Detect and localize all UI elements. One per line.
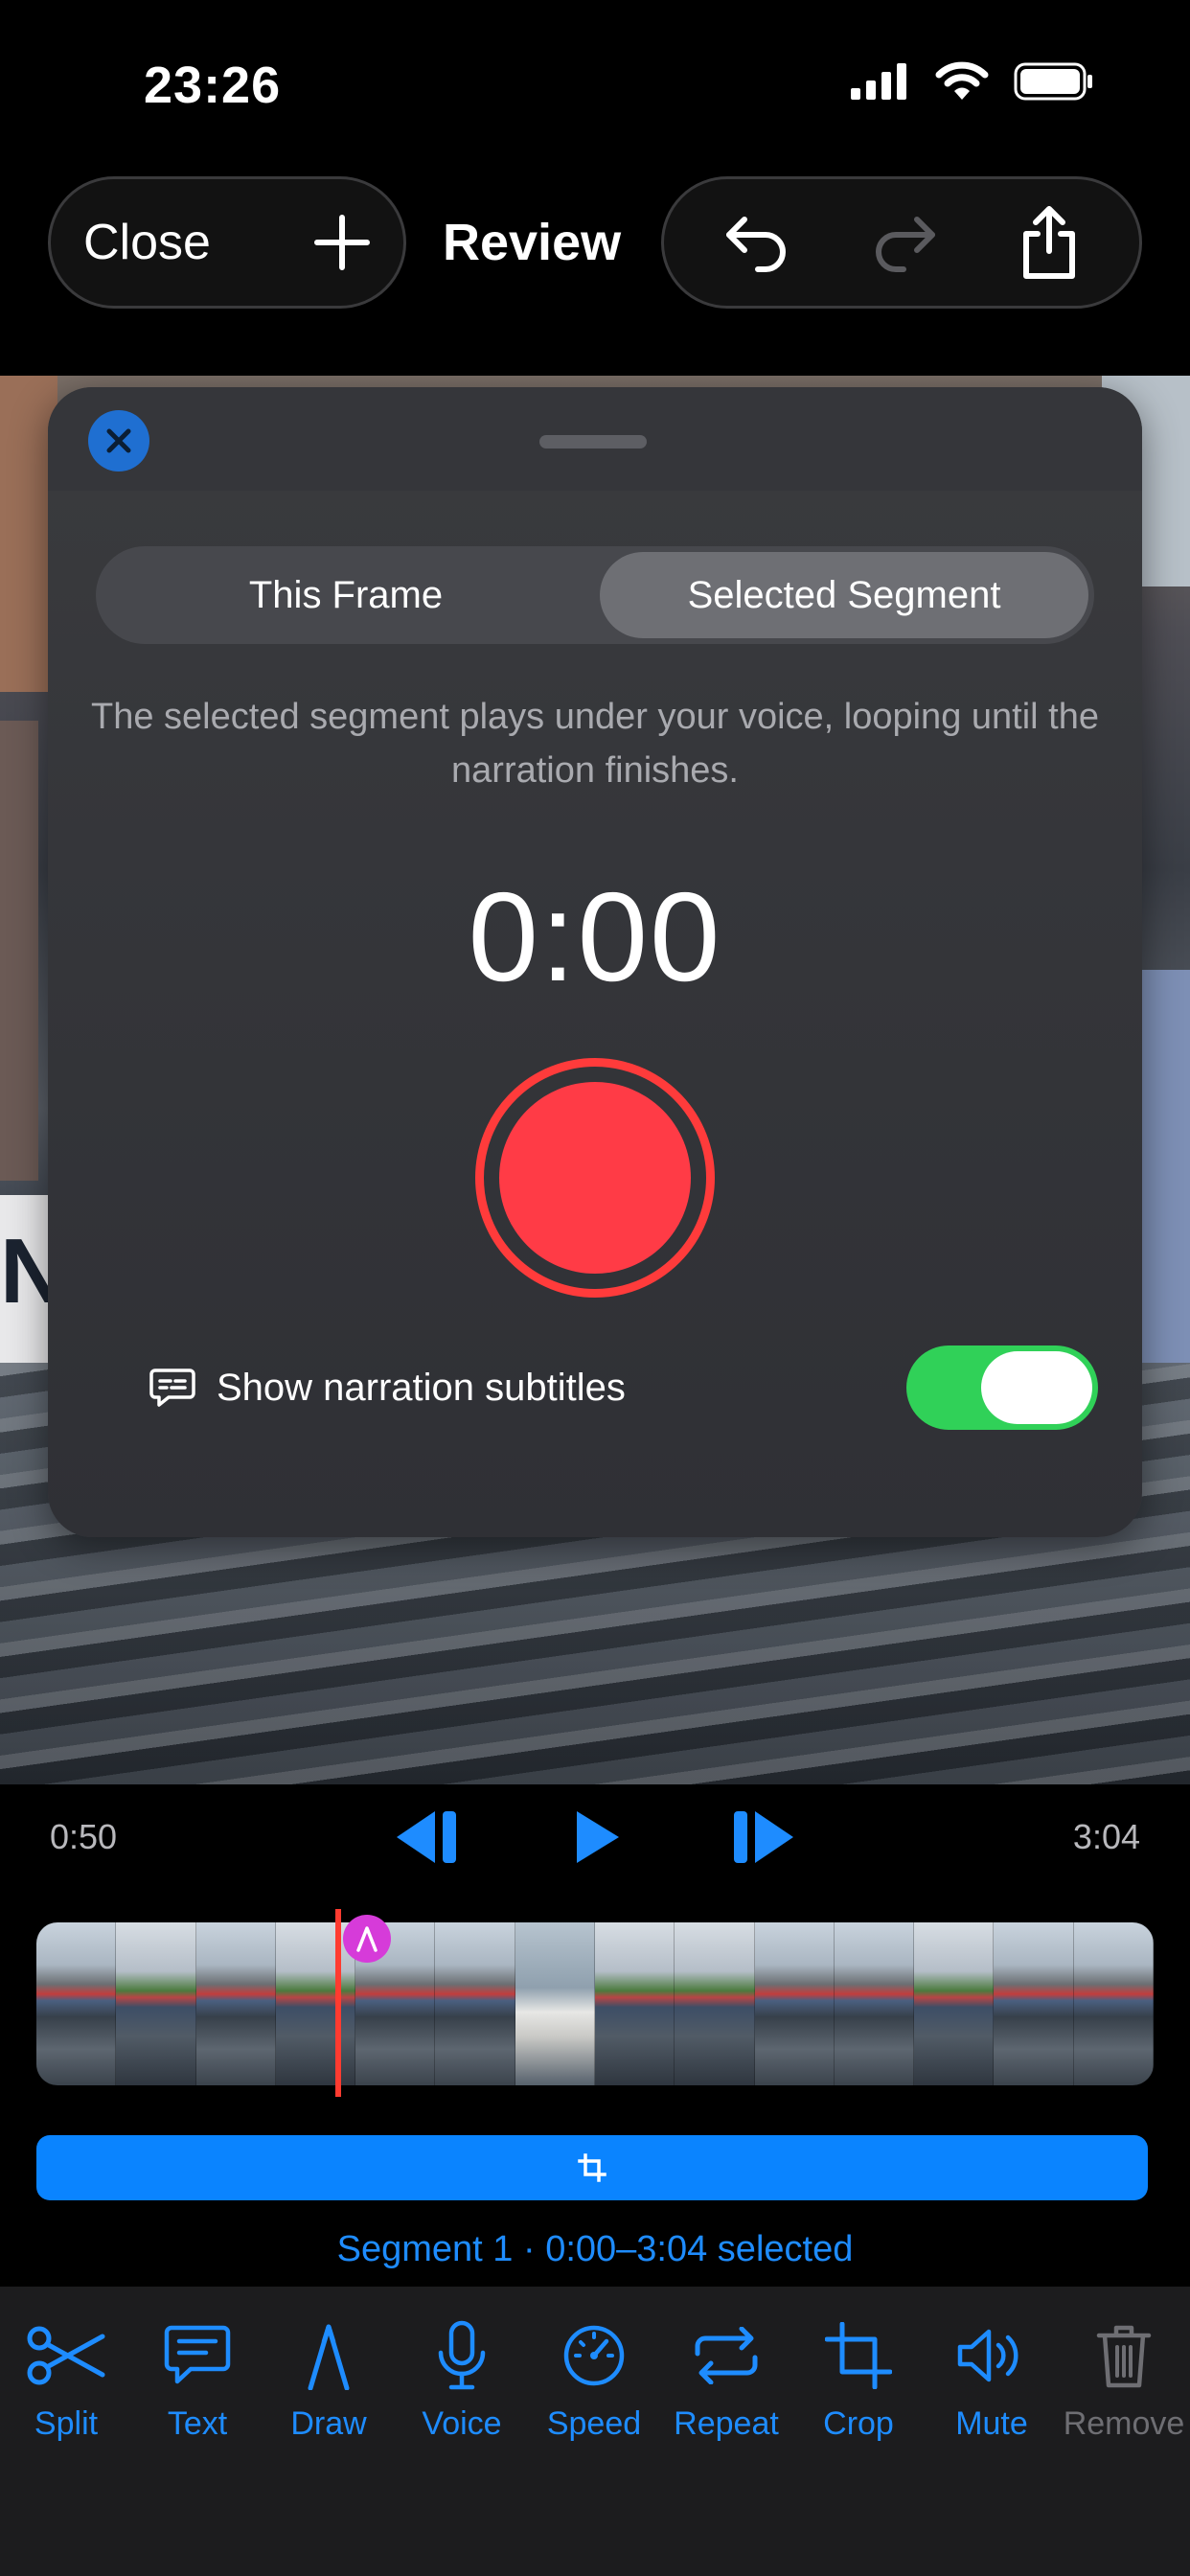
timeline-frame	[754, 1922, 835, 2085]
tool-label: Split	[34, 2405, 99, 2442]
history-share-group	[661, 176, 1142, 309]
segment-selection-bar[interactable]	[36, 2135, 1148, 2200]
edit-toolbar: Split Text Draw Voice Speed Repeat Crop …	[0, 2287, 1190, 2576]
tool-label: Text	[167, 2405, 228, 2442]
wifi-icon	[935, 61, 989, 100]
subtitles-toggle[interactable]	[906, 1346, 1098, 1430]
record-button[interactable]	[475, 1058, 715, 1298]
tab-this-frame[interactable]: This Frame	[102, 552, 590, 638]
sheet-grabber[interactable]	[539, 435, 647, 448]
step-back-icon[interactable]	[393, 1807, 464, 1867]
toggle-knob	[981, 1351, 1092, 1424]
timeline-filmstrip[interactable]	[36, 1922, 1154, 2085]
tab-selected-segment[interactable]: Selected Segment	[600, 552, 1088, 638]
tool-repeat[interactable]: Repeat	[660, 2315, 792, 2443]
drawing-marker[interactable]	[343, 1915, 391, 1963]
subtitles-row: Show narration subtitles	[149, 1346, 1098, 1430]
battery-icon	[1014, 62, 1092, 101]
pen-nib-icon	[308, 2324, 350, 2390]
narration-description: The selected segment plays under your vo…	[91, 697, 1099, 791]
tool-speed[interactable]: Speed	[528, 2315, 660, 2443]
timeline-frame	[994, 1922, 1074, 2085]
status-icons	[851, 61, 1094, 102]
tool-label: Crop	[823, 2405, 894, 2442]
timeline-frame	[594, 1922, 675, 2085]
crop-icon	[578, 2153, 606, 2182]
sheet-close-button[interactable]	[88, 410, 149, 472]
add-icon[interactable]	[313, 214, 371, 271]
current-time: 0:50	[50, 1817, 118, 1856]
trash-icon	[1096, 2325, 1152, 2388]
tool-text[interactable]: Text	[131, 2315, 263, 2443]
step-forward-icon[interactable]	[726, 1807, 797, 1867]
timeline-frame	[515, 1922, 595, 2085]
crop-icon	[825, 2322, 892, 2389]
tool-label: Mute	[955, 2405, 1028, 2442]
undo-icon[interactable]	[723, 212, 790, 273]
total-duration: 3:04	[1072, 1817, 1140, 1856]
playhead[interactable]	[335, 1909, 341, 2097]
scissors-icon	[27, 2326, 105, 2385]
timeline-frame	[116, 1922, 196, 2085]
speaker-icon	[957, 2329, 1018, 2382]
text-bubble-icon	[164, 2325, 231, 2384]
cellular-signal-icon	[851, 63, 906, 100]
close-icon	[106, 428, 131, 453]
microphone-icon	[438, 2320, 486, 2390]
record-dot	[499, 1082, 691, 1274]
tool-label: Voice	[422, 2405, 502, 2442]
timeline-frame	[675, 1922, 755, 2085]
tool-mute[interactable]: Mute	[926, 2315, 1058, 2443]
timeline-frame	[195, 1922, 276, 2085]
recording-timer: 0:00	[468, 866, 722, 1007]
page-title: Review	[443, 214, 622, 271]
repeat-icon	[695, 2327, 758, 2384]
narration-sheet: This Frame Selected Segment The selected…	[48, 387, 1142, 1537]
close-button[interactable]: Close	[83, 214, 211, 271]
tool-voice[interactable]: Voice	[396, 2315, 528, 2443]
tool-label: Remove	[1063, 2405, 1185, 2442]
tool-label: Repeat	[674, 2405, 779, 2442]
subtitles-label: Show narration subtitles	[217, 1366, 626, 1409]
redo-icon	[876, 217, 935, 272]
speedometer-icon	[563, 2325, 625, 2386]
tool-remove: Remove	[1058, 2315, 1190, 2443]
tool-split[interactable]: Split	[0, 2315, 132, 2443]
close-add-group: Close	[48, 176, 406, 309]
share-icon[interactable]	[1018, 205, 1080, 280]
timeline-frame	[1073, 1922, 1154, 2085]
subtitles-icon	[149, 1368, 195, 1407]
play-icon[interactable]	[573, 1807, 623, 1867]
tool-crop[interactable]: Crop	[792, 2315, 925, 2443]
timeline-frame	[834, 1922, 915, 2085]
timeline-frame	[914, 1922, 995, 2085]
status-time: 23:26	[144, 57, 282, 114]
timeline-frame	[36, 1922, 117, 2085]
segment-caption: Segment 1 · 0:00–3:04 selected	[336, 2229, 854, 2269]
tool-label: Draw	[290, 2405, 367, 2442]
tool-draw[interactable]: Draw	[263, 2315, 395, 2443]
tool-label: Speed	[546, 2405, 642, 2442]
timeline-frame	[435, 1922, 515, 2085]
pen-nib-icon	[356, 1926, 378, 1952]
scope-segmented-control: This Frame Selected Segment	[96, 546, 1094, 644]
